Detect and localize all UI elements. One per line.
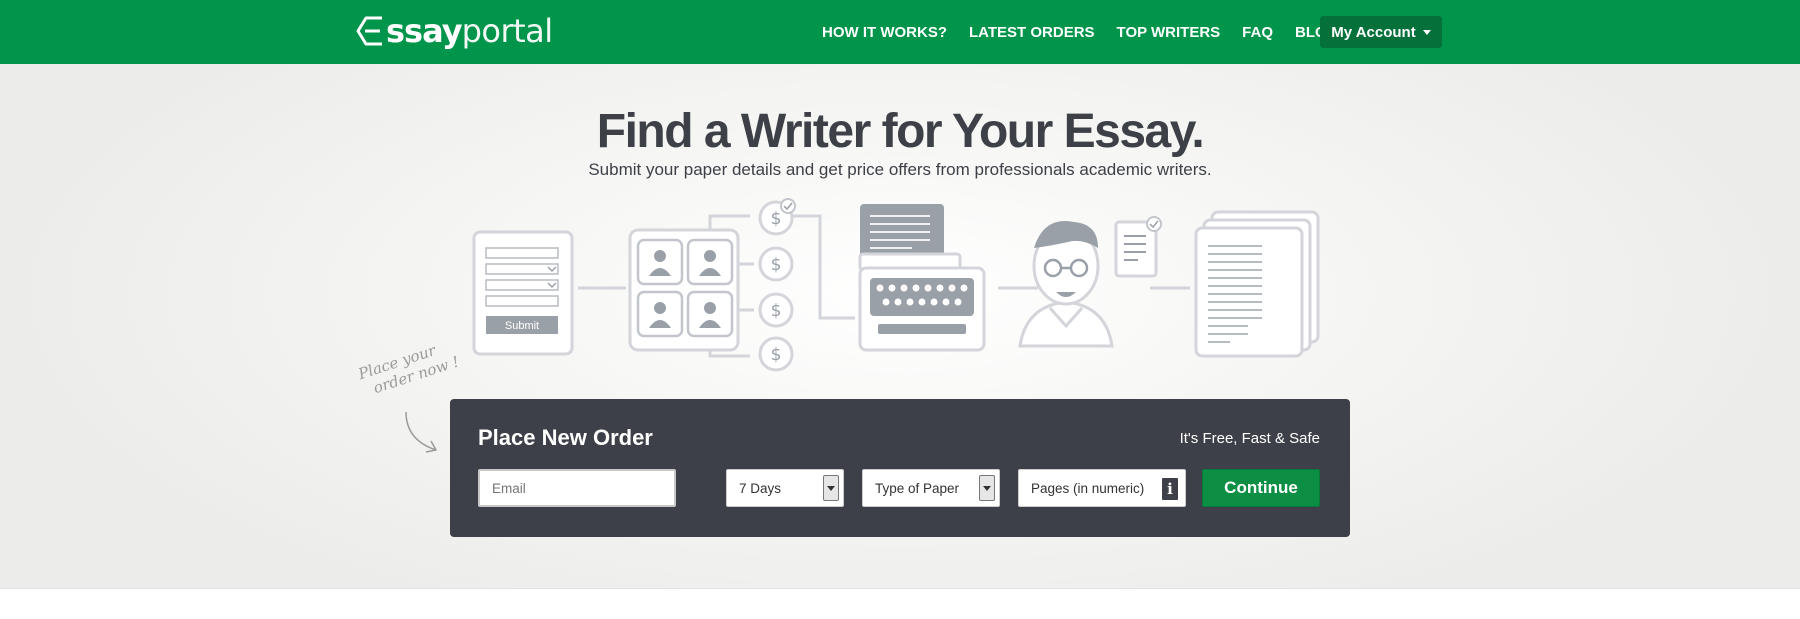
dropdown-arrow-icon[interactable]: [823, 475, 839, 501]
price-symbol-1: $: [771, 209, 782, 229]
nav-faq[interactable]: FAQ: [1242, 24, 1273, 41]
writer-person-icon: [1018, 221, 1114, 348]
site-logo[interactable]: ssay portal: [356, 10, 553, 52]
deadline-selected-value: 7 Days: [739, 480, 782, 496]
top-navbar: ssay portal HOW IT WORKS? LATEST ORDERS T…: [0, 0, 1800, 64]
logo-text-essay: ssay: [386, 12, 463, 50]
nav-latest-orders[interactable]: LATEST ORDERS: [969, 24, 1095, 41]
continue-button[interactable]: Continue: [1202, 469, 1320, 507]
logo-text-portal: portal: [461, 12, 554, 50]
illustration-submit-label: Submit: [505, 320, 539, 332]
paper-type-select[interactable]: Type of Paper: [862, 469, 1000, 507]
pages-input[interactable]: Pages (in numeric) i: [1018, 469, 1186, 507]
hero-subline: Submit your paper details and get price …: [588, 160, 1212, 179]
paper-type-selected-value: Type of Paper: [875, 480, 960, 496]
logo-e-mark-icon: [356, 16, 382, 46]
hero-headline: Find a Writer for Your Essay.: [596, 105, 1205, 158]
writers-grid-icon: [628, 228, 740, 352]
finished-paper-icon: [1194, 210, 1320, 358]
info-icon[interactable]: i: [1162, 478, 1178, 500]
place-order-title: Place New Order: [478, 425, 653, 450]
deadline-select[interactable]: 7 Days: [726, 469, 844, 507]
main-nav: HOW IT WORKS? LATEST ORDERS TOP WRITERS …: [822, 0, 1360, 64]
curved-arrow-icon: [405, 411, 438, 453]
my-account-button[interactable]: My Account: [1320, 16, 1442, 48]
order-form-icon: Submit: [472, 230, 574, 356]
nav-how-it-works[interactable]: HOW IT WORKS?: [822, 24, 947, 41]
my-account-label: My Account: [1331, 23, 1416, 41]
pages-placeholder: Pages (in numeric): [1031, 480, 1145, 496]
order-tagline: It's Free, Fast & Safe: [1179, 430, 1320, 447]
email-field-wrapper: [478, 469, 676, 507]
price-symbol-3: $: [771, 301, 782, 321]
process-illustration: Submit $ $ $ $: [472, 198, 1320, 372]
writer-note-icon: [1114, 216, 1162, 278]
caret-down-icon: [1422, 29, 1431, 35]
hero-divider: [0, 588, 1800, 589]
nav-top-writers[interactable]: TOP WRITERS: [1117, 24, 1221, 41]
price-symbol-2: $: [771, 255, 782, 275]
typewriter-icon: [858, 204, 986, 352]
place-order-panel: Place New Order It's Free, Fast & Safe 7…: [450, 399, 1350, 537]
dropdown-arrow-icon[interactable]: [979, 475, 995, 501]
price-symbol-4: $: [771, 345, 782, 365]
email-input[interactable]: [492, 480, 674, 496]
price-offers-icon: $ $ $ $: [758, 198, 796, 372]
